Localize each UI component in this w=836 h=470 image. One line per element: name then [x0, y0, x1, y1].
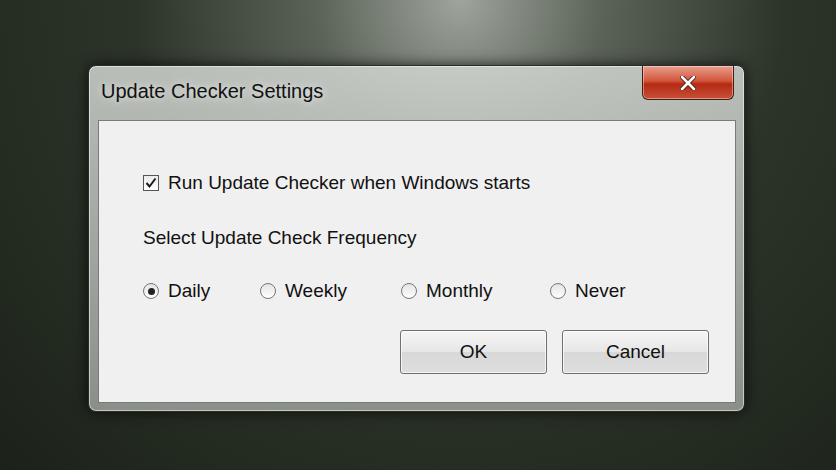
checkbox[interactable]	[143, 175, 159, 191]
radio-button[interactable]	[143, 283, 159, 299]
radio-dot	[148, 288, 155, 295]
window-title: Update Checker Settings	[89, 66, 323, 103]
frequency-label: Select Update Check Frequency	[143, 227, 735, 249]
checkbox-label[interactable]: Run Update Checker when Windows starts	[168, 172, 530, 194]
desktop-background: Update Checker Settings Run Update Checke…	[0, 0, 836, 470]
dialog-body: Run Update Checker when Windows starts Se…	[98, 120, 736, 403]
radio-option[interactable]: Weekly	[260, 280, 401, 302]
radio-label[interactable]: Never	[575, 280, 626, 302]
startup-checkbox-row[interactable]: Run Update Checker when Windows starts	[143, 171, 735, 195]
radio-dot	[265, 288, 272, 295]
dialog-button[interactable]: OK	[400, 330, 547, 374]
close-button[interactable]	[642, 66, 734, 100]
radio-option[interactable]: Daily	[143, 280, 260, 302]
radio-button[interactable]	[401, 283, 417, 299]
radio-option[interactable]: Monthly	[401, 280, 550, 302]
checkmark-icon	[145, 177, 157, 189]
button-row: OK Cancel	[143, 330, 735, 374]
settings-dialog: Update Checker Settings Run Update Checke…	[88, 65, 745, 412]
radio-label[interactable]: Monthly	[426, 280, 493, 302]
title-bar: Update Checker Settings	[89, 66, 744, 120]
radio-label[interactable]: Weekly	[285, 280, 347, 302]
close-icon	[680, 76, 696, 90]
radio-option[interactable]: Never	[550, 280, 735, 302]
radio-button[interactable]	[260, 283, 276, 299]
dialog-button[interactable]: Cancel	[562, 330, 709, 374]
radio-button[interactable]	[550, 283, 566, 299]
radio-dot	[406, 288, 413, 295]
radio-dot	[555, 288, 562, 295]
frequency-options: Daily Weekly Monthly Never	[143, 279, 735, 303]
radio-label[interactable]: Daily	[168, 280, 210, 302]
